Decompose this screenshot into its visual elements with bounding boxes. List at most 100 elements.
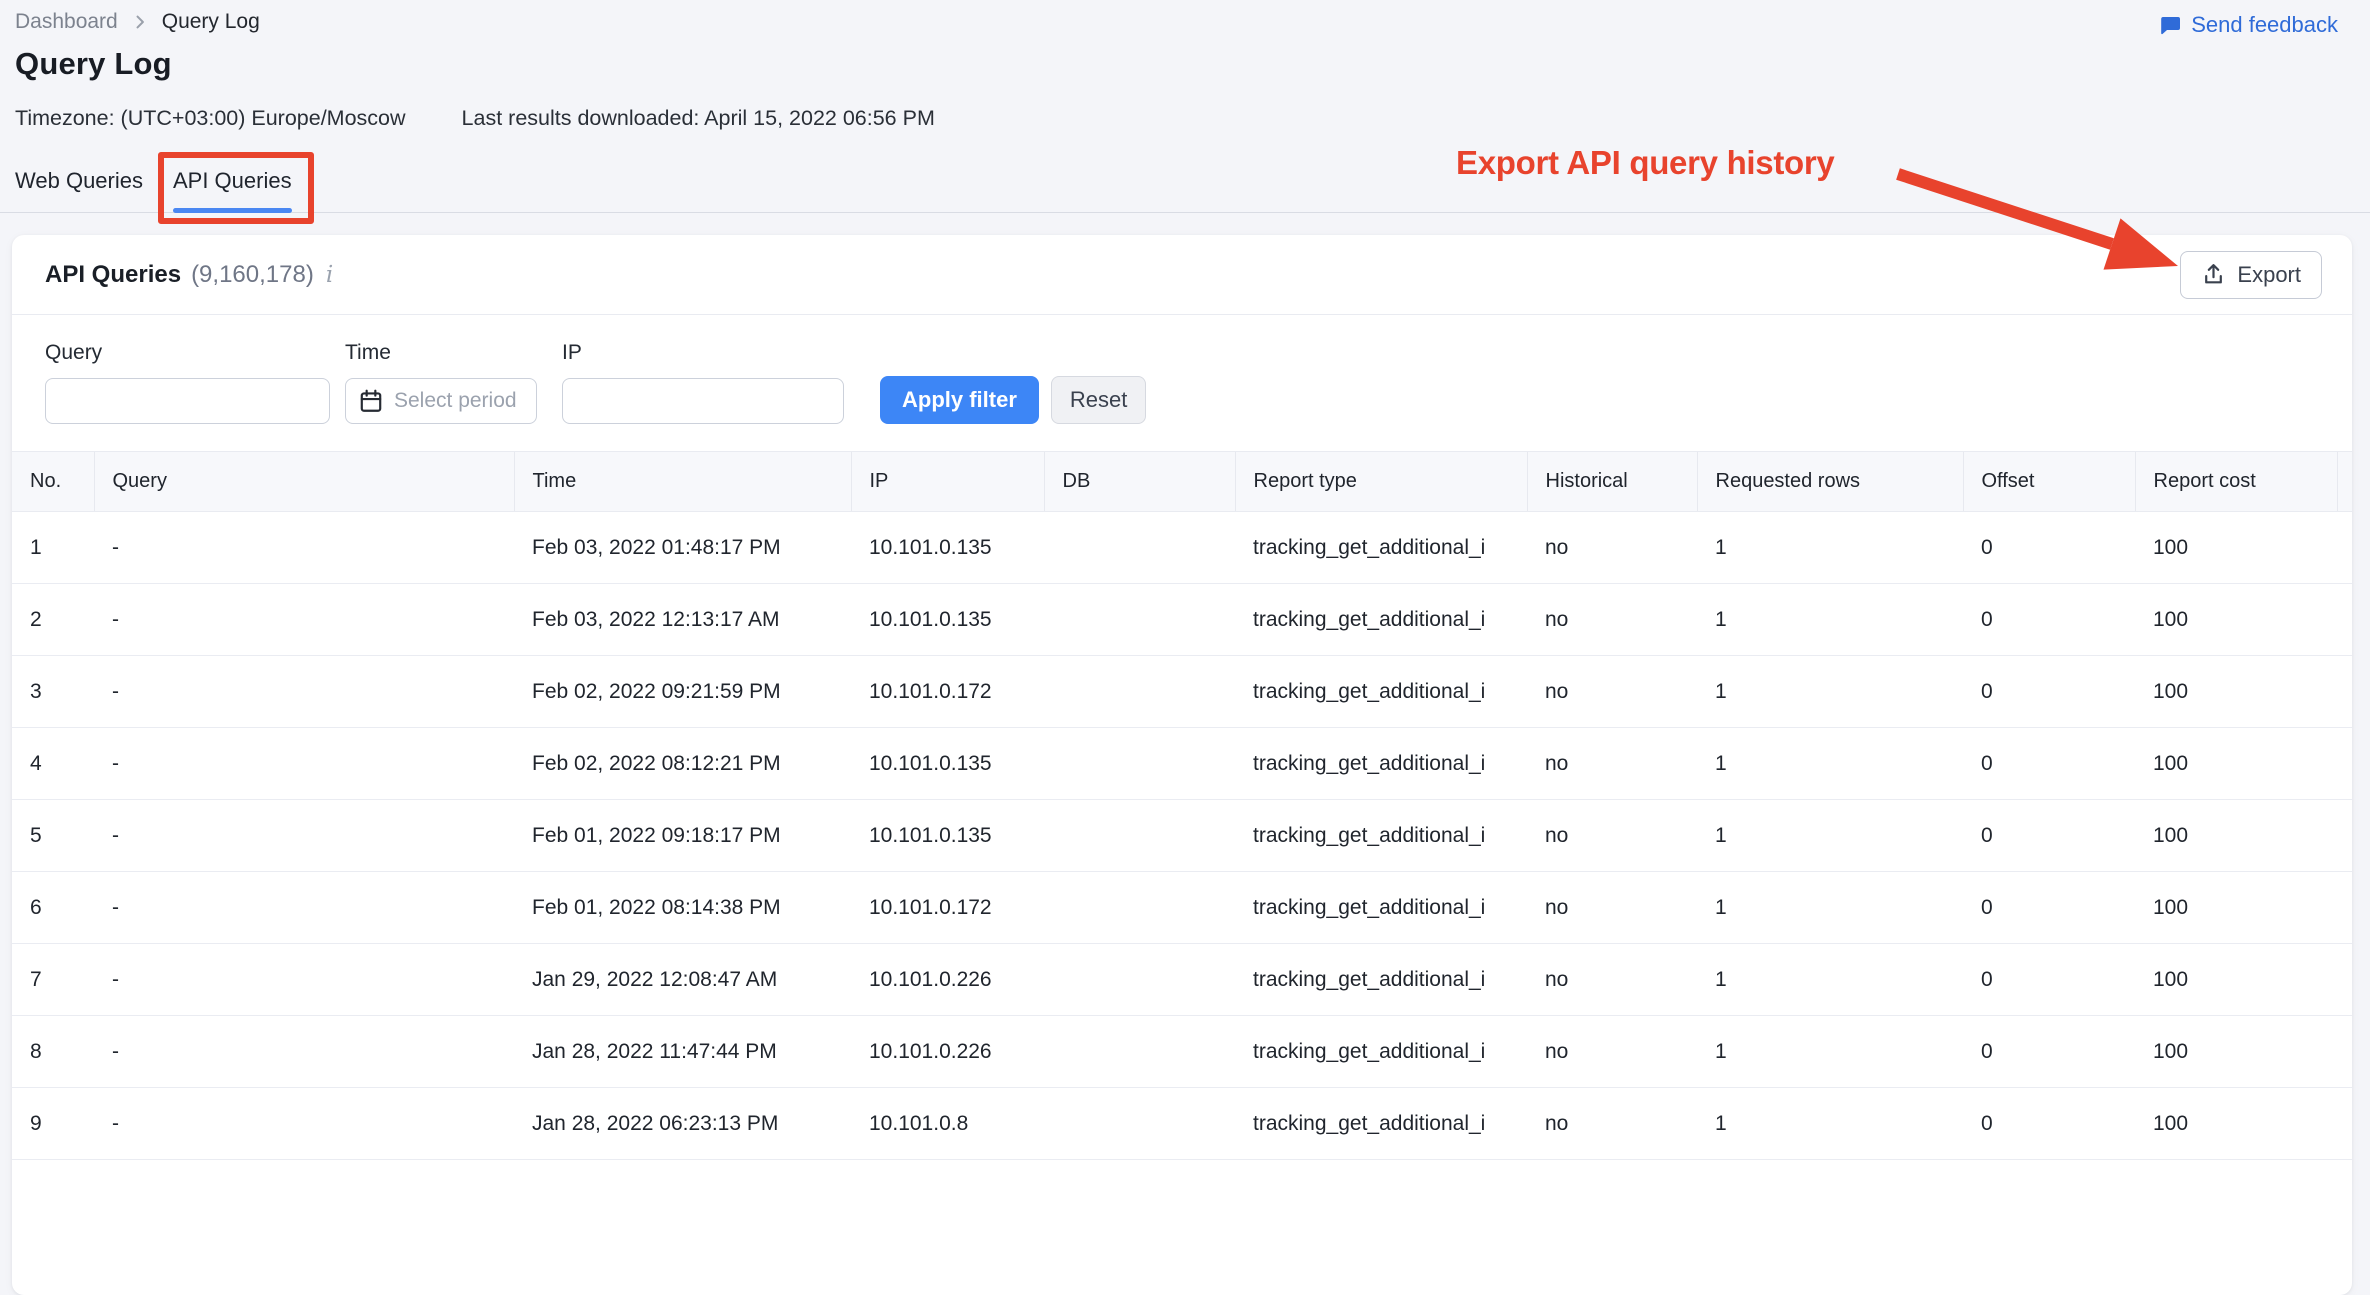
cell-report_type: tracking_get_additional_i <box>1235 512 1527 584</box>
cell-offset: 0 <box>1963 944 2135 1016</box>
cell-no: 7 <box>12 944 94 1016</box>
cell-time: Feb 02, 2022 09:21:59 PM <box>514 656 851 728</box>
cell-ip: 10.101.0.135 <box>851 584 1044 656</box>
ip-filter-group: IP <box>562 341 844 424</box>
breadcrumb-current: Query Log <box>162 10 260 34</box>
cell-ip: 10.101.0.172 <box>851 656 1044 728</box>
cell-historical: no <box>1527 656 1697 728</box>
cell-ip: 10.101.0.172 <box>851 872 1044 944</box>
cell-report_type: tracking_get_additional_i <box>1235 656 1527 728</box>
cell-historical: no <box>1527 584 1697 656</box>
annotation-text: Export API query history <box>1456 144 1835 182</box>
calendar-icon <box>358 388 384 414</box>
cell-requested_rows: 1 <box>1697 800 1963 872</box>
last-downloaded-text: Last results downloaded: April 15, 2022 … <box>462 106 935 131</box>
query-filter-group: Query <box>45 341 330 424</box>
filter-bar: Query Time Select period IP <box>12 315 2352 451</box>
cell-requested_rows: 1 <box>1697 656 1963 728</box>
cell-report_cost: 100 <box>2135 512 2337 584</box>
table-row: 3-Feb 02, 2022 09:21:59 PM10.101.0.172tr… <box>12 656 2352 728</box>
cell-db <box>1044 1016 1235 1088</box>
cell-offset: 0 <box>1963 512 2135 584</box>
cell-no: 4 <box>12 728 94 800</box>
cell-report_type: tracking_get_additional_i <box>1235 1088 1527 1160</box>
column-header-historical: Historical <box>1527 452 1697 512</box>
cell-offset: 0 <box>1963 872 2135 944</box>
cell-db <box>1044 656 1235 728</box>
cell-no: 9 <box>12 1088 94 1160</box>
cell-historical: no <box>1527 872 1697 944</box>
cell-offset: 0 <box>1963 800 2135 872</box>
reset-button[interactable]: Reset <box>1051 376 1146 424</box>
export-button[interactable]: Export <box>2180 251 2322 299</box>
cell-report_cost: 100 <box>2135 800 2337 872</box>
cell-time: Jan 28, 2022 11:47:44 PM <box>514 1016 851 1088</box>
cell-report_type: tracking_get_additional_i <box>1235 728 1527 800</box>
table-row: 8-Jan 28, 2022 11:47:44 PM10.101.0.226tr… <box>12 1016 2352 1088</box>
cell-offset: 0 <box>1963 584 2135 656</box>
cell-query: - <box>94 512 514 584</box>
cell-ip: 10.101.0.135 <box>851 512 1044 584</box>
cell-query: - <box>94 728 514 800</box>
cell-time: Feb 03, 2022 12:13:17 AM <box>514 584 851 656</box>
cell-historical: no <box>1527 1088 1697 1160</box>
cell-ip: 10.101.0.226 <box>851 1016 1044 1088</box>
cell-historical: no <box>1527 800 1697 872</box>
cell-offset: 0 <box>1963 1016 2135 1088</box>
cell-extra <box>2337 944 2352 1016</box>
cell-db <box>1044 800 1235 872</box>
cell-time: Jan 29, 2022 12:08:47 AM <box>514 944 851 1016</box>
cell-extra <box>2337 656 2352 728</box>
column-header-ip: IP <box>851 452 1044 512</box>
cell-historical: no <box>1527 512 1697 584</box>
cell-db <box>1044 944 1235 1016</box>
cell-no: 6 <box>12 872 94 944</box>
cell-time: Jan 28, 2022 06:23:13 PM <box>514 1088 851 1160</box>
cell-offset: 0 <box>1963 728 2135 800</box>
apply-filter-button[interactable]: Apply filter <box>880 376 1039 424</box>
query-filter-input[interactable] <box>45 378 330 424</box>
cell-report_cost: 100 <box>2135 728 2337 800</box>
cell-extra <box>2337 512 2352 584</box>
table-row: 9-Jan 28, 2022 06:23:13 PM10.101.0.8trac… <box>12 1088 2352 1160</box>
cell-db <box>1044 512 1235 584</box>
cell-offset: 0 <box>1963 656 2135 728</box>
query-filter-label: Query <box>45 341 330 365</box>
column-header-no: No. <box>12 452 94 512</box>
tab-bar-divider <box>0 212 2370 213</box>
ip-filter-input[interactable] <box>562 378 844 424</box>
cell-report_type: tracking_get_additional_i <box>1235 584 1527 656</box>
table-row: 7-Jan 29, 2022 12:08:47 AM10.101.0.226tr… <box>12 944 2352 1016</box>
column-header-offset: Offset <box>1963 452 2135 512</box>
cell-no: 5 <box>12 800 94 872</box>
cell-no: 2 <box>12 584 94 656</box>
panel-header: API Queries (9,160,178) i Export <box>12 235 2352 315</box>
cell-extra <box>2337 872 2352 944</box>
cell-db <box>1044 584 1235 656</box>
date-range-picker[interactable]: Select period <box>345 378 537 424</box>
cell-historical: no <box>1527 1016 1697 1088</box>
page-meta: Timezone: (UTC+03:00) Europe/Moscow Last… <box>15 106 935 131</box>
cell-report_cost: 100 <box>2135 1016 2337 1088</box>
tab-web-queries[interactable]: Web Queries <box>15 166 143 213</box>
cell-extra <box>2337 1088 2352 1160</box>
send-feedback-link[interactable]: Send feedback <box>2158 12 2338 38</box>
info-icon[interactable]: i <box>326 262 333 288</box>
cell-extra <box>2337 800 2352 872</box>
filter-buttons: Apply filter Reset <box>880 376 1146 424</box>
tab-api-queries[interactable]: API Queries <box>173 166 292 213</box>
cell-extra <box>2337 1016 2352 1088</box>
cell-time: Feb 01, 2022 09:18:17 PM <box>514 800 851 872</box>
cell-requested_rows: 1 <box>1697 1088 1963 1160</box>
breadcrumb-dashboard-link[interactable]: Dashboard <box>15 10 118 34</box>
column-header-report_cost: Report cost <box>2135 452 2337 512</box>
table-row: 6-Feb 01, 2022 08:14:38 PM10.101.0.172tr… <box>12 872 2352 944</box>
cell-historical: no <box>1527 728 1697 800</box>
table-row: 4-Feb 02, 2022 08:12:21 PM10.101.0.135tr… <box>12 728 2352 800</box>
time-filter-label: Time <box>345 341 537 365</box>
cell-requested_rows: 1 <box>1697 584 1963 656</box>
cell-ip: 10.101.0.226 <box>851 944 1044 1016</box>
cell-time: Feb 02, 2022 08:12:21 PM <box>514 728 851 800</box>
column-header-db: DB <box>1044 452 1235 512</box>
chevron-right-icon <box>130 12 150 32</box>
